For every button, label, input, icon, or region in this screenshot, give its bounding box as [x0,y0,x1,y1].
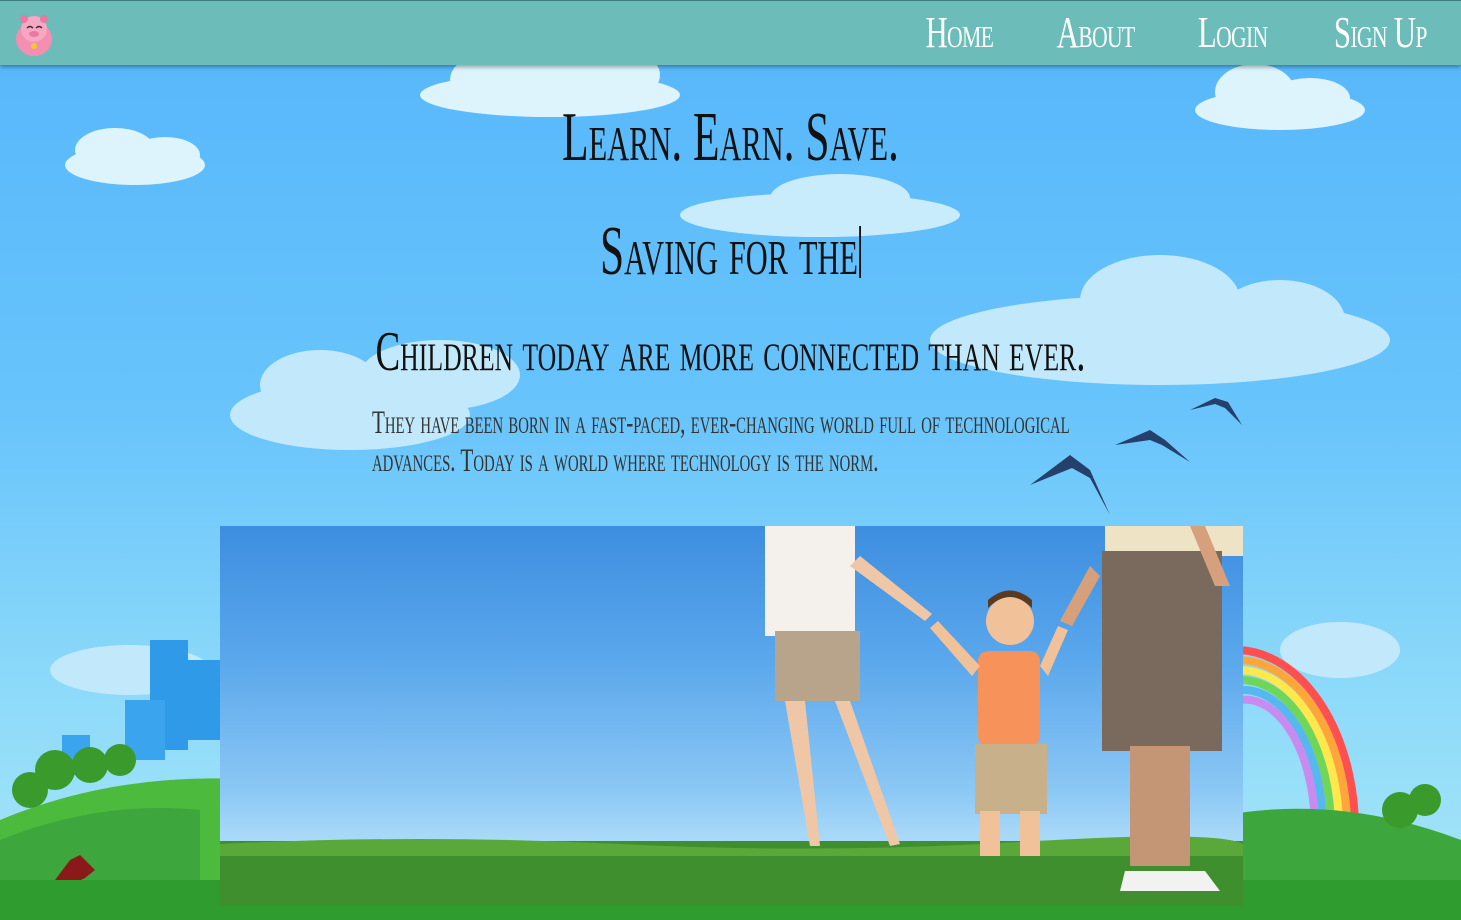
hero-title: Learn. Earn. Save. [562,99,899,176]
cloud-icon [1195,64,1365,130]
hero-heading: Children today are more connected than e… [375,321,1086,383]
nav-signup-link[interactable]: Sign Up [1334,7,1428,59]
nav-links: Home About Login Sign Up [911,7,1447,59]
navbar: Home About Login Sign Up [0,0,1461,65]
page: Home About Login Sign Up Learn. Earn. Sa… [0,0,1461,920]
photo-illustration [220,526,1243,906]
hero-subtitle: Saving for the [278,212,1184,292]
typing-cursor [859,226,862,278]
family-walking-photo [220,526,1243,906]
nav-home-link[interactable]: Home [926,7,994,59]
cloud-icon [65,128,205,185]
nav-about-link[interactable]: About [1057,7,1136,59]
piggy-bank-icon[interactable] [12,9,56,59]
hero-paragraph: They have been born in a fast-paced, eve… [372,404,1076,480]
nav-login-link[interactable]: Login [1198,7,1268,59]
hero-paragraph-text: They have been born in a fast-paced, eve… [372,405,1070,479]
hero-subtitle-text: Saving for the [599,213,858,290]
